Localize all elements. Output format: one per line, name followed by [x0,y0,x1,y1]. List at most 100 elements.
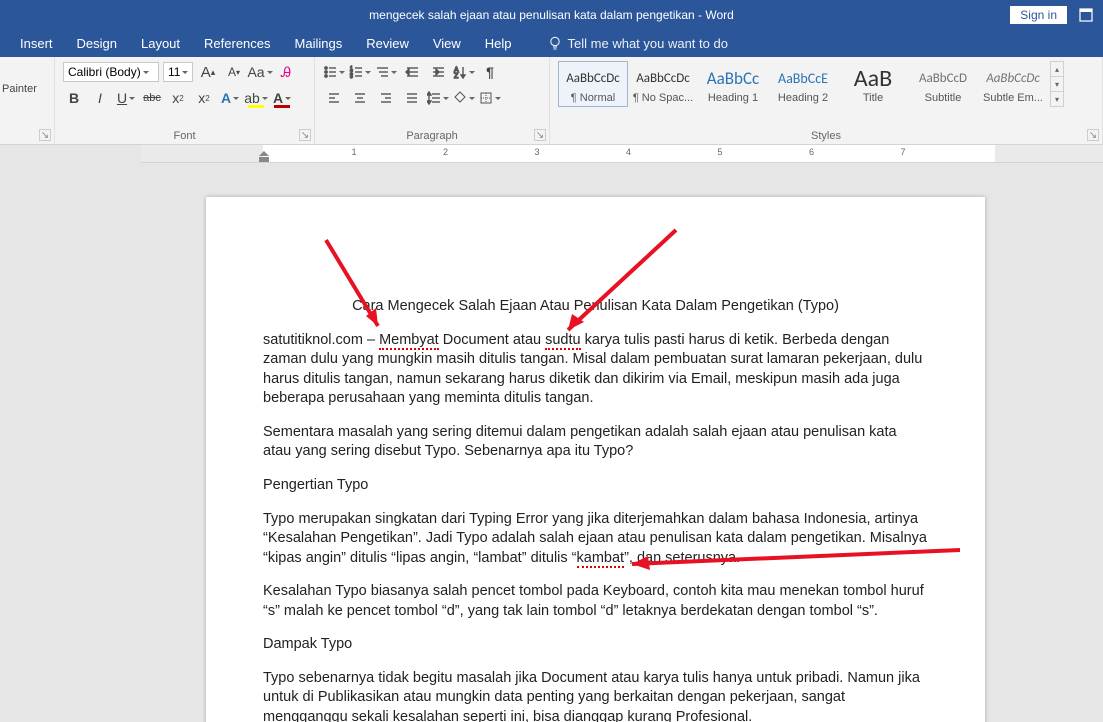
strikethrough-button[interactable]: abc [141,87,163,109]
gallery-scroll[interactable]: ▴▾▾ [1050,61,1064,107]
document-area[interactable]: Cara Mengecek Salah Ejaan Atau Penulisan… [0,164,1103,722]
style-name: Subtle Em... [981,92,1045,104]
multilevel-list-button[interactable] [375,61,397,83]
paragraph: Typo merupakan singkatan dari Typing Err… [263,510,928,569]
horizontal-ruler[interactable]: 1234567 [141,145,1103,163]
style-name: Heading 2 [771,92,835,104]
decrease-indent-button[interactable] [401,61,423,83]
subscript-button[interactable]: x2 [167,87,189,109]
superscript-button[interactable]: x2 [193,87,215,109]
tab-review[interactable]: Review [366,36,409,51]
clipboard-group: Painter ↘ [0,57,55,144]
paragraph: satutitiknol.com – Membyat Document atau… [263,331,928,409]
spelling-error[interactable]: sudtu [545,332,580,350]
numbering-button[interactable]: 123 [349,61,371,83]
window-title: mengecek salah ejaan atau penulisan kata… [369,8,734,22]
style-item[interactable]: AaBbCcDc¶ Normal [558,61,628,107]
paragraph: Sementara masalah yang sering ditemui da… [263,423,928,462]
style-preview: AaBbCcDc [561,64,625,92]
style-item[interactable]: AaBbCcHeading 1 [698,61,768,107]
sign-in-button[interactable]: Sign in [1010,6,1067,24]
ribbon: Painter ↘ Calibri (Body) 11 A▴ A▾ Aa Ꭿ B… [0,57,1103,145]
grow-font-button[interactable]: A▴ [197,61,219,83]
ruler-number: 1 [352,147,357,157]
justify-button[interactable] [401,87,423,109]
shading-button[interactable] [453,87,475,109]
font-launcher-icon[interactable]: ↘ [299,129,311,141]
line-spacing-button[interactable] [427,87,449,109]
styles-group-label: Styles [558,129,1094,142]
menu-bar: Insert Design Layout References Mailings… [0,29,1103,57]
font-color-button[interactable]: A [271,87,293,109]
text-effects-button[interactable]: A [219,87,241,109]
font-group-label: Font [63,129,306,142]
align-left-button[interactable] [323,87,345,109]
underline-button[interactable]: U [115,87,137,109]
style-name: Title [841,92,905,104]
spelling-error[interactable]: Membyat [379,332,439,350]
increase-indent-button[interactable] [427,61,449,83]
show-hide-paragraph-button[interactable]: ¶ [479,61,501,83]
indent-marker-icon[interactable] [259,146,269,162]
font-size-select[interactable]: 11 [163,62,193,82]
borders-button[interactable] [479,87,501,109]
paragraph: Kesalahan Typo biasanya salah pencet tom… [263,582,928,621]
svg-text:Z: Z [454,73,459,79]
page[interactable]: Cara Mengecek Salah Ejaan Atau Penulisan… [206,197,985,722]
style-name: ¶ No Spac... [631,92,695,104]
tab-insert[interactable]: Insert [20,36,53,51]
style-preview: AaB [841,64,905,92]
italic-button[interactable]: I [89,87,111,109]
shrink-font-button[interactable]: A▾ [223,61,245,83]
font-family-select[interactable]: Calibri (Body) [63,62,159,82]
styles-launcher-icon[interactable]: ↘ [1087,129,1099,141]
styles-group: AaBbCcDc¶ NormalAaBbCcDc¶ No Spac...AaBb… [550,57,1103,144]
change-case-button[interactable]: Aa [249,61,271,83]
style-name: Subtitle [911,92,975,104]
clear-formatting-button[interactable]: Ꭿ [275,61,297,83]
tab-layout[interactable]: Layout [141,36,180,51]
paragraph-group-label: Paragraph [323,129,541,142]
style-preview: AaBbCcE [771,64,835,92]
style-item[interactable]: AaBbCcEHeading 2 [768,61,838,107]
tell-me-search[interactable]: Tell me what you want to do [548,36,728,51]
font-group: Calibri (Body) 11 A▴ A▾ Aa Ꭿ B I U abc x… [55,57,315,144]
ruler-number: 4 [626,147,631,157]
style-item[interactable]: AaBbCcDSubtitle [908,61,978,107]
ruler-number: 5 [718,147,723,157]
tab-references[interactable]: References [204,36,270,51]
tab-mailings[interactable]: Mailings [295,36,343,51]
bullets-button[interactable] [323,61,345,83]
align-center-button[interactable] [349,87,371,109]
clipboard-launcher-icon[interactable]: ↘ [39,129,51,141]
spelling-error[interactable]: kambat [577,550,625,568]
style-item[interactable]: AaBTitle [838,61,908,107]
style-item[interactable]: AaBbCcDcSubtle Em... [978,61,1048,107]
style-preview: AaBbCcD [911,64,975,92]
tab-view[interactable]: View [433,36,461,51]
align-right-button[interactable] [375,87,397,109]
sort-button[interactable]: AZ [453,61,475,83]
lightbulb-icon [548,36,562,50]
ribbon-display-options-icon[interactable] [1075,5,1097,25]
paragraph: Pengertian Typo [263,476,928,496]
style-item[interactable]: AaBbCcDc¶ No Spac... [628,61,698,107]
paragraph: Dampak Typo [263,635,928,655]
style-name: ¶ Normal [561,92,625,104]
tab-help[interactable]: Help [485,36,512,51]
tab-design[interactable]: Design [77,36,117,51]
paragraph: Typo sebenarnya tidak begitu masalah jik… [263,669,928,722]
style-preview: AaBbCcDc [981,64,1045,92]
style-name: Heading 1 [701,92,765,104]
styles-gallery[interactable]: AaBbCcDc¶ NormalAaBbCcDc¶ No Spac...AaBb… [558,61,1094,107]
svg-text:3: 3 [350,74,353,79]
style-preview: AaBbCc [701,64,765,92]
ruler-number: 3 [535,147,540,157]
highlight-color-button[interactable]: ab [245,87,267,109]
document-heading: Cara Mengecek Salah Ejaan Atau Penulisan… [263,297,928,317]
paragraph-launcher-icon[interactable]: ↘ [534,129,546,141]
bold-button[interactable]: B [63,87,85,109]
paragraph-group: 123 AZ ¶ Paragraph ↘ [315,57,550,144]
format-painter-button[interactable]: Painter [2,83,52,95]
title-bar: mengecek salah ejaan atau penulisan kata… [0,0,1103,29]
